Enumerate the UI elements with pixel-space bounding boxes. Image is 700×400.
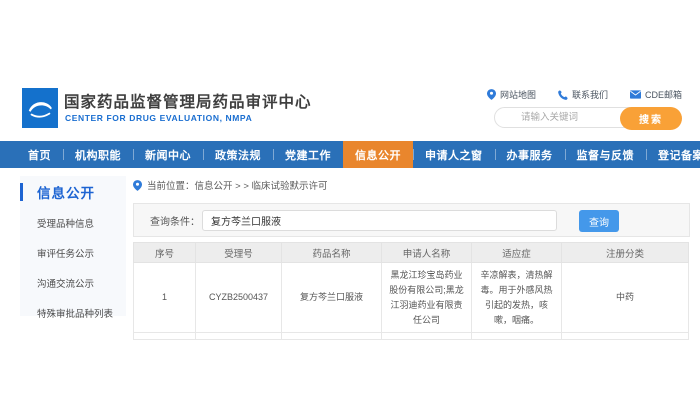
quicklink-contact[interactable]: 联系我们 xyxy=(558,88,608,101)
quicklink-label: CDE邮箱 xyxy=(645,88,682,101)
sidebar-item-communication[interactable]: 沟通交流公示 xyxy=(20,268,126,298)
nav-item-applicant-window[interactable]: 申请人之窗 xyxy=(413,141,495,168)
swan-icon xyxy=(25,93,55,123)
page: 国家药品监督管理局药品审评中心 CENTER FOR DRUG EVALUATI… xyxy=(0,0,700,400)
col-header-acceptance-no: 受理号 xyxy=(196,243,282,263)
col-header-drug-name: 药品名称 xyxy=(282,243,382,263)
breadcrumb: 当前位置：信息公开 > > 临床试验默示许可 xyxy=(133,176,690,194)
nav-item-news[interactable]: 新闻中心 xyxy=(133,141,203,168)
cde-logo xyxy=(22,88,58,128)
cell-seq: 1 xyxy=(134,263,196,333)
mail-icon xyxy=(630,90,641,99)
quicklink-sitemap[interactable]: 网站地图 xyxy=(487,88,536,101)
phone-icon xyxy=(558,90,568,100)
header-quick-links: 网站地图 联系我们 CDE邮箱 xyxy=(487,88,682,101)
breadcrumb-text: 当前位置：信息公开 > > 临床试验默示许可 xyxy=(147,178,328,192)
nav-item-supervision[interactable]: 监督与反馈 xyxy=(565,141,647,168)
nav-item-functions[interactable]: 机构职能 xyxy=(63,141,133,168)
query-bar: 查询条件： 查询 xyxy=(133,203,690,237)
cell-drug-name: 复方芩兰口服液 xyxy=(282,263,382,333)
nav-item-party[interactable]: 党建工作 xyxy=(273,141,343,168)
header-search-button[interactable]: 搜索 xyxy=(620,107,682,130)
sidebar-item-review-tasks[interactable]: 审评任务公示 xyxy=(20,238,126,268)
site-title: 国家药品监督管理局药品审评中心 xyxy=(64,90,312,112)
nav-item-registration-platform[interactable]: 登记备案平台 xyxy=(646,141,700,168)
sidebar-item-accepted-varieties[interactable]: 受理品种信息 xyxy=(20,208,126,238)
sidebar-title: 信息公开 xyxy=(23,182,95,202)
col-header-seq: 序号 xyxy=(134,243,196,263)
col-header-reg-category: 注册分类 xyxy=(562,243,689,263)
quicklink-label: 联系我们 xyxy=(572,88,608,101)
site-subtitle: CENTER FOR DRUG EVALUATION, NMPA xyxy=(65,113,252,123)
sidebar-title-row: 信息公开 xyxy=(20,176,126,208)
cell-indication: 辛凉解表，清热解毒。用于外感风热引起的发热，咳嗽，咽痛。 xyxy=(472,263,562,333)
header-search: 搜索 xyxy=(494,107,682,130)
query-button[interactable]: 查询 xyxy=(579,210,619,232)
table-header-row: 序号 受理号 药品名称 申请人名称 适应症 注册分类 xyxy=(134,243,689,263)
table-empty-row xyxy=(134,333,689,340)
main-nav: 首页 机构职能 新闻中心 政策法规 党建工作 信息公开 申请人之窗 办事服务 监… xyxy=(0,141,700,168)
col-header-applicant: 申请人名称 xyxy=(382,243,472,263)
col-header-indication: 适应症 xyxy=(472,243,562,263)
cell-applicant: 黑龙江珍宝岛药业股份有限公司;黑龙江羽迪药业有限责任公司 xyxy=(382,263,472,333)
table-row: 1 CYZB2500437 复方芩兰口服液 黑龙江珍宝岛药业股份有限公司;黑龙江… xyxy=(134,263,689,333)
sidebar-item-special-approval[interactable]: 特殊审批品种列表 xyxy=(20,298,126,328)
cell-reg-category: 中药 xyxy=(562,263,689,333)
map-pin-icon xyxy=(487,89,496,100)
cell-acceptance-no: CYZB2500437 xyxy=(196,263,282,333)
main-content: 当前位置：信息公开 > > 临床试验默示许可 查询条件： 查询 序号 受理号 药… xyxy=(133,176,690,340)
quicklink-mail[interactable]: CDE邮箱 xyxy=(630,88,682,101)
results-table: 序号 受理号 药品名称 申请人名称 适应症 注册分类 1 CYZB2500437… xyxy=(133,242,689,340)
sidebar: 信息公开 受理品种信息 审评任务公示 沟通交流公示 特殊审批品种列表 xyxy=(20,176,126,316)
query-label: 查询条件： xyxy=(150,213,200,228)
nav-item-info-disclosure[interactable]: 信息公开 xyxy=(343,141,413,168)
nav-item-home[interactable]: 首页 xyxy=(16,141,63,168)
nav-item-services[interactable]: 办事服务 xyxy=(495,141,565,168)
query-input[interactable] xyxy=(202,210,557,231)
quicklink-label: 网站地图 xyxy=(500,88,536,101)
location-pin-icon xyxy=(133,180,142,191)
nav-item-policies[interactable]: 政策法规 xyxy=(203,141,273,168)
